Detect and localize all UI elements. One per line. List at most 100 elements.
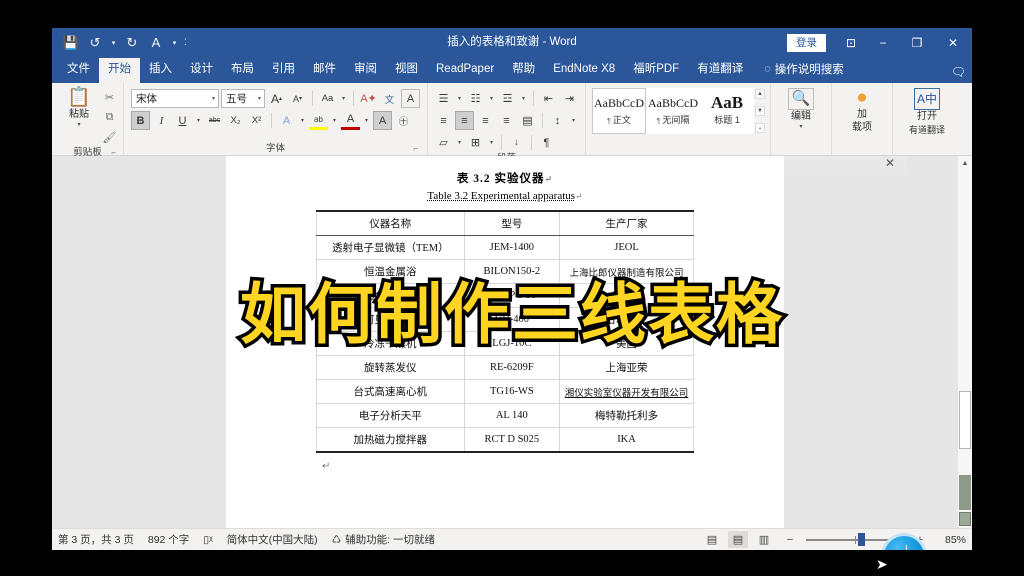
tab-endnote[interactable]: EndNote X8	[544, 58, 624, 83]
shrink-font-icon[interactable]: A ▾	[288, 89, 307, 108]
character-shading-icon[interactable]: A	[373, 111, 392, 130]
grow-font-icon[interactable]: A ▴	[267, 89, 286, 108]
character-border-icon[interactable]: A	[401, 89, 420, 108]
bullets-caret[interactable]: ▾	[455, 95, 464, 102]
editing-button[interactable]: 🔍 编辑 ▾	[779, 86, 823, 130]
print-layout-button[interactable]: ▤	[728, 531, 748, 548]
sort-icon[interactable]: ↓	[507, 133, 526, 152]
proofing-icon[interactable]: ▯ᵡ	[203, 534, 212, 546]
tab-insert[interactable]: 插入	[140, 58, 181, 83]
borders-caret[interactable]: ▾	[487, 139, 496, 146]
text-effects-icon[interactable]: A	[277, 111, 296, 130]
increase-indent-icon[interactable]: ⇥	[560, 89, 579, 108]
phonetic-guide-icon[interactable]: 文	[380, 89, 399, 108]
align-center-icon[interactable]: ≡	[455, 111, 474, 130]
scroll-down-arrow-icon[interactable]	[959, 512, 971, 526]
accessibility-status[interactable]: ♺ 辅助功能: 一切就绪	[332, 532, 435, 547]
style-normal[interactable]: AaBbCcD 正文	[592, 88, 646, 134]
highlight-icon[interactable]: ab	[309, 111, 328, 130]
close-icon[interactable]: ✕	[885, 156, 895, 170]
clear-formatting-icon[interactable]: A✦	[359, 89, 378, 108]
font-size-combobox[interactable]: 五号 ▾	[221, 89, 265, 108]
distribute-icon[interactable]: ▤	[518, 111, 537, 130]
minimize-button[interactable]: −	[866, 28, 900, 57]
addins-button[interactable]: ● 加 载项	[840, 86, 884, 134]
tab-readpaper[interactable]: ReadPaper	[427, 58, 503, 83]
read-mode-button[interactable]: ▤	[702, 531, 722, 548]
font-dialog-launcher-icon[interactable]: ⌐	[413, 142, 418, 155]
paste-caret[interactable]: ▾	[77, 122, 80, 128]
change-case-caret[interactable]: ▾	[339, 95, 348, 102]
zoom-out-button[interactable]: −	[780, 531, 800, 548]
underline-button[interactable]: U	[173, 111, 192, 130]
tab-view[interactable]: 视图	[386, 58, 427, 83]
word-count[interactable]: 892 个字	[148, 532, 189, 547]
superscript-icon[interactable]: X²	[247, 111, 266, 130]
tab-mailings[interactable]: 邮件	[304, 58, 345, 83]
tab-home[interactable]: 开始	[99, 58, 140, 83]
sign-in-button[interactable]: 登录	[787, 33, 826, 52]
share-icon[interactable]: 🗨	[951, 65, 966, 79]
underline-caret[interactable]: ▾	[194, 117, 203, 124]
tab-file[interactable]: 文件	[58, 58, 99, 83]
borders-icon[interactable]: ⊞	[466, 133, 485, 152]
styles-scroll-down-icon[interactable]: ▼	[755, 106, 765, 116]
bold-button[interactable]: B	[131, 111, 150, 130]
format-painter-icon[interactable]: 🖌	[101, 129, 118, 146]
tab-foxit-pdf[interactable]: 福昕PDF	[624, 58, 688, 83]
style-heading-1[interactable]: AaB 标题 1	[700, 88, 754, 134]
styles-more-icon[interactable]: ⌄	[755, 123, 765, 133]
multilevel-caret[interactable]: ▾	[519, 95, 528, 102]
tab-youdao-translate[interactable]: 有道翻译	[688, 58, 752, 83]
cut-icon[interactable]: ✂	[101, 89, 118, 106]
close-button[interactable]: ✕	[934, 28, 972, 57]
zoom-slider-thumb[interactable]	[858, 533, 865, 546]
tab-help[interactable]: 帮助	[503, 58, 544, 83]
line-spacing-icon[interactable]: ↕	[548, 111, 567, 130]
align-left-icon[interactable]: ≡	[434, 111, 453, 130]
align-right-icon[interactable]: ≡	[476, 111, 495, 130]
restore-button[interactable]: ❐	[900, 28, 934, 57]
show-formatting-marks-icon[interactable]: ¶	[537, 133, 556, 152]
bullets-icon[interactable]: ☰	[434, 89, 453, 108]
shading-caret[interactable]: ▾	[455, 139, 464, 146]
numbering-icon[interactable]: ☷	[466, 89, 485, 108]
scrollbar-thumb[interactable]	[959, 391, 971, 449]
font-name-combobox[interactable]: 宋体 ▾	[131, 89, 219, 108]
styles-scroll-up-icon[interactable]: ▲	[755, 89, 765, 99]
font-color-icon[interactable]: A	[341, 111, 360, 130]
text-effects-caret[interactable]: ▾	[298, 117, 307, 124]
zoom-level[interactable]: 85%	[936, 534, 966, 546]
subscript-icon[interactable]: X₂	[226, 111, 245, 130]
highlight-caret[interactable]: ▾	[330, 117, 339, 124]
ribbon-display-options-icon[interactable]: ⊡	[836, 28, 866, 57]
justify-icon[interactable]: ≡	[497, 111, 516, 130]
italic-button[interactable]: I	[152, 111, 171, 130]
tell-me-search[interactable]: ◌ 操作说明搜索	[752, 57, 852, 83]
multilevel-list-icon[interactable]: ☲	[498, 89, 517, 108]
copy-icon[interactable]: ⧉	[101, 109, 118, 126]
tab-review[interactable]: 审阅	[345, 58, 386, 83]
web-layout-button[interactable]: ▥	[754, 531, 774, 548]
page-indicator[interactable]: 第 3 页，共 3 页	[58, 532, 134, 547]
tab-design[interactable]: 设计	[181, 58, 222, 83]
line-spacing-caret[interactable]: ▾	[569, 117, 578, 124]
font-color-caret[interactable]: ▾	[362, 117, 371, 124]
decrease-indent-icon[interactable]: ⇤	[539, 89, 558, 108]
scroll-up-arrow-icon[interactable]: ▲	[958, 156, 972, 171]
strikethrough-icon[interactable]: abc	[205, 111, 224, 130]
shading-icon[interactable]: ▱	[434, 133, 453, 152]
change-case-icon[interactable]: Aa	[318, 89, 337, 108]
numbering-caret[interactable]: ▾	[487, 95, 496, 102]
tab-references[interactable]: 引用	[263, 58, 304, 83]
paste-button[interactable]: 📋 粘贴 ▾	[57, 86, 101, 129]
style-no-spacing[interactable]: AaBbCcD 无间隔	[646, 88, 700, 134]
editing-caret[interactable]: ▾	[799, 124, 802, 130]
tab-layout[interactable]: 布局	[222, 58, 263, 83]
open-youdao-button[interactable]: A中 打开 有道翻译	[901, 86, 953, 136]
language-indicator[interactable]: 简体中文(中国大陆)	[227, 532, 318, 547]
scroll-page-down-region[interactable]	[959, 475, 971, 510]
enclose-characters-icon[interactable]: ㊉	[394, 111, 413, 130]
font-size-caret[interactable]: ▾	[258, 95, 261, 102]
font-name-caret[interactable]: ▾	[212, 95, 215, 102]
